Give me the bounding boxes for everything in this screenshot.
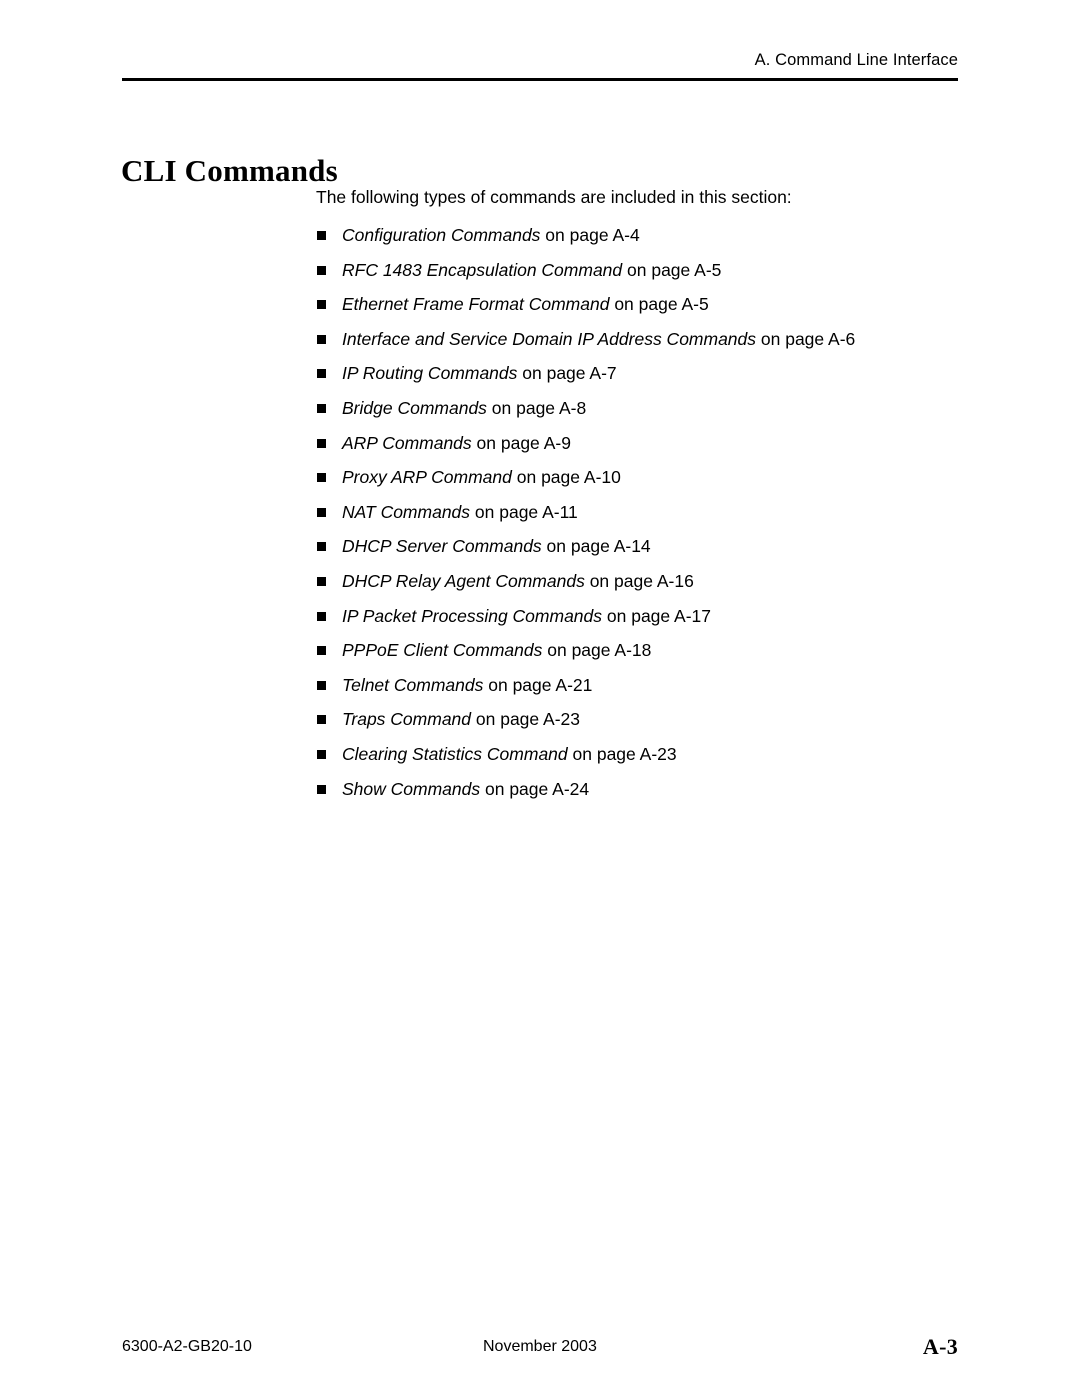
cross-reference-link[interactable]: IP Packet Processing Commands <box>342 606 602 626</box>
cross-reference-list: Configuration Commands on page A-4 RFC 14… <box>316 224 1016 812</box>
cross-reference-link[interactable]: Ethernet Frame Format Command <box>342 294 609 314</box>
list-item: Proxy ARP Command on page A-10 <box>316 466 1016 501</box>
list-item: Telnet Commands on page A-21 <box>316 674 1016 709</box>
square-bullet-icon <box>317 473 326 483</box>
cross-reference-page: on page A-21 <box>483 674 593 695</box>
cross-reference-link[interactable]: Traps Command <box>342 709 471 729</box>
square-bullet-icon <box>317 369 326 379</box>
footer-document-number: 6300-A2-GB20-10 <box>122 1338 252 1355</box>
footer-page-number: A-3 <box>922 1334 958 1359</box>
footer-date: November 2003 <box>483 1338 597 1355</box>
cross-reference-page: on page A-17 <box>602 605 711 626</box>
square-bullet-icon <box>317 715 326 725</box>
cross-reference-link[interactable]: NAT Commands <box>342 502 470 522</box>
cross-reference-link[interactable]: DHCP Server Commands <box>342 536 542 556</box>
cross-reference-page: on page A-5 <box>609 294 709 315</box>
cross-reference-page: on page A-14 <box>541 536 651 557</box>
cross-reference-page: on page A-10 <box>511 467 621 488</box>
square-bullet-icon <box>317 438 326 448</box>
cross-reference-link[interactable]: IP Routing Commands <box>342 363 517 383</box>
square-bullet-icon <box>317 749 326 759</box>
cross-reference-link[interactable]: ARP Commands <box>342 433 472 453</box>
header-rule <box>122 78 958 81</box>
intro-paragraph: The following types of commands are incl… <box>316 187 792 207</box>
list-item: IP Packet Processing Commands on page A-… <box>316 605 1016 640</box>
list-item: Show Commands on page A-24 <box>316 778 1016 813</box>
square-bullet-icon <box>317 265 326 275</box>
cross-reference-link[interactable]: Show Commands <box>342 779 480 799</box>
cross-reference-page: on page A-9 <box>471 432 571 453</box>
list-item: PPPoE Client Commands on page A-18 <box>316 639 1016 674</box>
square-bullet-icon <box>317 300 326 310</box>
cross-reference-page: on page A-8 <box>486 397 587 418</box>
cross-reference-page: on page A-24 <box>480 778 590 799</box>
square-bullet-icon <box>317 542 326 552</box>
cross-reference-link[interactable]: PPPoE Client Commands <box>342 640 542 660</box>
square-bullet-icon <box>317 646 326 656</box>
list-item: Ethernet Frame Format Command on page A-… <box>316 293 1016 328</box>
cross-reference-page: on page A-11 <box>470 501 578 522</box>
cross-reference-page: on page A-4 <box>540 225 640 245</box>
list-item: DHCP Relay Agent Commands on page A-16 <box>316 570 1016 605</box>
body-content: The following types of commands are incl… <box>316 186 1016 812</box>
cross-reference-page: on page A-7 <box>517 363 617 384</box>
square-bullet-icon <box>317 334 326 344</box>
cross-reference-page: on page A-5 <box>622 259 722 280</box>
square-bullet-icon <box>317 576 326 586</box>
list-item: Bridge Commands on page A-8 <box>316 397 1016 432</box>
square-bullet-icon <box>317 403 326 413</box>
running-header: A. Command Line Interface <box>754 51 958 69</box>
list-item: Interface and Service Domain IP Address … <box>316 328 1016 363</box>
cross-reference-link[interactable]: Telnet Commands <box>342 675 483 695</box>
list-item: Clearing Statistics Command on page A-23 <box>316 743 1016 778</box>
list-item: DHCP Server Commands on page A-14 <box>316 535 1016 570</box>
cross-reference-link[interactable]: Clearing Statistics Command <box>342 744 568 764</box>
list-item: NAT Commands on page A-11 <box>316 501 1016 536</box>
square-bullet-icon <box>317 611 326 621</box>
cross-reference-link[interactable]: Interface and Service Domain IP Address … <box>342 329 756 349</box>
list-item: IP Routing Commands on page A-7 <box>316 362 1016 397</box>
page-footer: 6300-A2-GB20-10 November 2003 A-3 <box>122 1334 958 1361</box>
cross-reference-page: on page A-16 <box>584 570 694 591</box>
square-bullet-icon <box>317 231 326 240</box>
list-item: Configuration Commands on page A-4 <box>316 224 1016 259</box>
cross-reference-link[interactable]: Proxy ARP Command <box>342 467 512 487</box>
cross-reference-page: on page A-18 <box>542 640 652 661</box>
square-bullet-icon <box>317 507 326 517</box>
list-item: Traps Command on page A-23 <box>316 708 1016 743</box>
list-item: ARP Commands on page A-9 <box>316 432 1016 467</box>
cross-reference-link[interactable]: Configuration Commands <box>342 225 540 245</box>
square-bullet-icon <box>317 680 326 690</box>
cross-reference-link[interactable]: Bridge Commands <box>342 398 487 418</box>
cross-reference-link[interactable]: RFC 1483 Encapsulation Command <box>342 260 622 280</box>
square-bullet-icon <box>317 784 326 794</box>
cross-reference-page: on page A-23 <box>567 743 677 764</box>
list-item: RFC 1483 Encapsulation Command on page A… <box>316 259 1016 294</box>
cross-reference-page: on page A-6 <box>756 328 856 349</box>
page-title: CLI Commands <box>121 152 338 188</box>
cross-reference-link[interactable]: DHCP Relay Agent Commands <box>342 571 585 591</box>
document-page: A. Command Line Interface CLI Commands T… <box>0 0 1080 1397</box>
cross-reference-page: on page A-23 <box>471 709 581 730</box>
